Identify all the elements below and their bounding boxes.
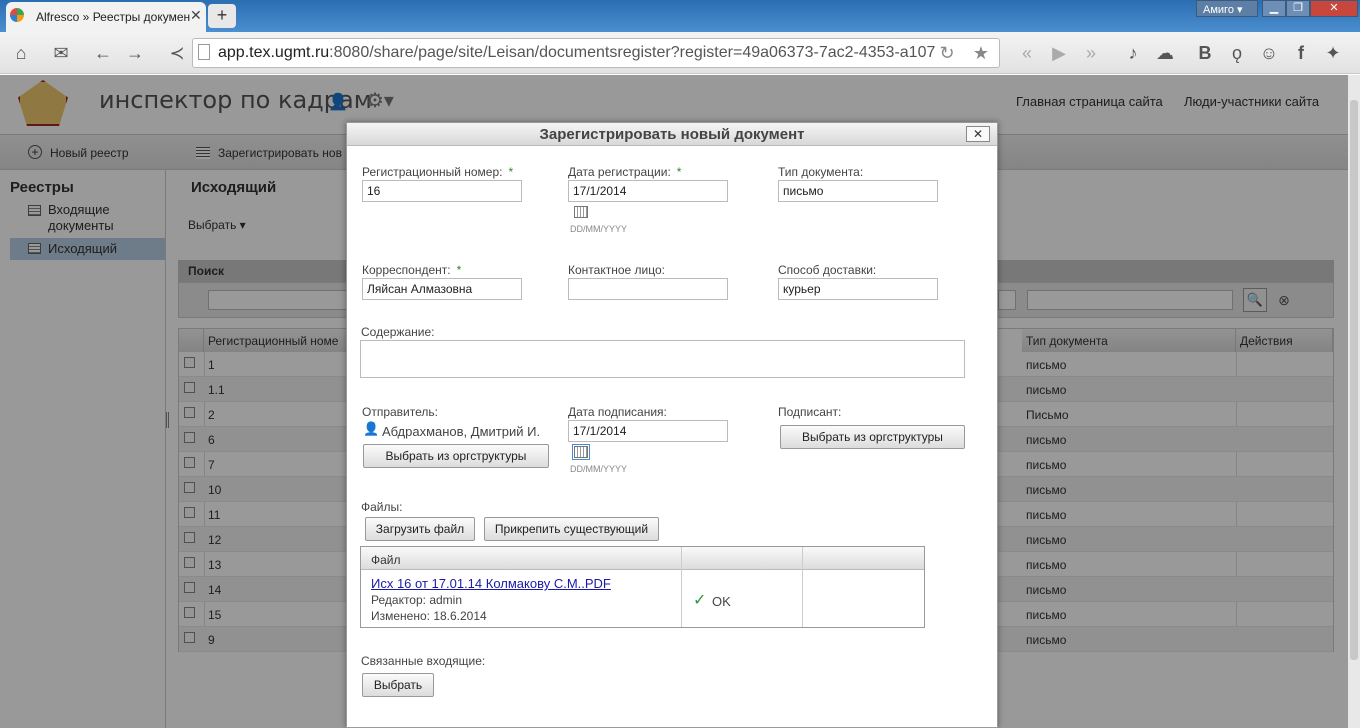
upload-file-button[interactable]: Загрузить файл: [365, 517, 475, 541]
contact-input[interactable]: [568, 278, 728, 300]
sender-select-button[interactable]: Выбрать из оргструктуры: [363, 444, 549, 468]
content-textarea[interactable]: [360, 340, 965, 378]
chat-icon[interactable]: ☁: [1150, 38, 1180, 68]
scrollbar-thumb[interactable]: [1350, 100, 1358, 660]
page-icon: [198, 44, 210, 60]
alfresco-favicon-icon: [10, 8, 24, 22]
files-label: Файлы:: [361, 500, 403, 514]
rewind-icon[interactable]: «: [1012, 38, 1042, 68]
star-icon[interactable]: ★: [966, 38, 996, 68]
dialog-title: Зарегистрировать новый документ: [347, 123, 997, 146]
fast-forward-icon[interactable]: »: [1076, 38, 1106, 68]
required-mark: *: [676, 165, 682, 179]
reg-number-input[interactable]: 16: [362, 180, 522, 202]
column-divider: [802, 547, 803, 627]
file-link[interactable]: Исх 16 от 17.01.14 Колмакову С.М..PDF: [371, 576, 611, 591]
forward-icon[interactable]: →: [120, 38, 150, 68]
sender-label: Отправитель:: [362, 405, 438, 419]
address-host: app.tex.ugmt.ru: [218, 44, 330, 61]
check-icon: ✓: [693, 592, 707, 609]
date-format-hint: DD/MM/YYYY: [570, 224, 628, 234]
sign-date-input[interactable]: 17/1/2014: [568, 420, 728, 442]
reg-date-label: Дата регистрации: *: [568, 165, 681, 179]
doc-type-label: Тип документа:: [778, 165, 864, 179]
required-mark: *: [456, 263, 462, 277]
correspondent-label: Корреспондент: *: [362, 263, 461, 277]
column-divider: [681, 547, 682, 627]
share-icon[interactable]: ≺: [162, 38, 192, 68]
related-select-button[interactable]: Выбрать: [362, 673, 434, 697]
signer-select-button[interactable]: Выбрать из оргструктуры: [780, 425, 965, 449]
user-badge-label: Амиго: [1203, 4, 1234, 16]
reg-date-input[interactable]: 17/1/2014: [568, 180, 728, 202]
content-label: Содержание:: [361, 325, 435, 339]
file-editor: Редактор: admin: [371, 593, 463, 607]
address-text: app.tex.ugmt.ru:8080/share/page/site/Lei…: [218, 44, 935, 62]
sign-date-label: Дата подписания:: [568, 405, 667, 419]
browser-user-badge[interactable]: Амиго ▾: [1196, 0, 1258, 17]
tab-close-icon[interactable]: ✕: [190, 7, 202, 24]
mail-icon[interactable]: ✉: [46, 38, 76, 68]
calendar-icon[interactable]: [574, 206, 588, 218]
file-modified: Изменено: 18.6.2014: [371, 609, 487, 623]
dialog-close-button[interactable]: ✕: [966, 126, 990, 142]
required-mark: *: [508, 165, 514, 179]
contact-label: Контактное лицо:: [568, 263, 665, 277]
play-icon[interactable]: ▶: [1044, 38, 1074, 68]
reg-number-label: Регистрационный номер: *: [362, 165, 513, 179]
calendar-icon[interactable]: [572, 444, 590, 460]
home-icon[interactable]: ⌂: [6, 38, 36, 68]
signer-label: Подписант:: [778, 405, 842, 419]
back-icon[interactable]: ←: [88, 38, 118, 68]
attach-existing-button[interactable]: Прикрепить существующий: [484, 517, 659, 541]
browser-tab[interactable]: Alfresco » Реестры докумен: [6, 2, 206, 32]
minimize-icon[interactable]: ▁: [1262, 0, 1286, 17]
new-tab-button[interactable]: +: [208, 4, 236, 28]
files-table-header: [361, 547, 924, 570]
vk-icon[interactable]: B: [1190, 38, 1220, 68]
people-icon[interactable]: ☺: [1254, 38, 1284, 68]
correspondent-label-text: Корреспондент:: [362, 263, 451, 277]
files-column-file: Файл: [371, 553, 401, 567]
reload-icon[interactable]: ↻: [932, 38, 962, 68]
reg-number-label-text: Регистрационный номер:: [362, 165, 503, 179]
window-close-icon[interactable]: ✕: [1310, 0, 1358, 17]
maximize-icon[interactable]: ❐: [1286, 0, 1310, 17]
user-icon: 👤: [363, 421, 380, 436]
twitter-icon[interactable]: ✦: [1318, 38, 1348, 68]
related-label: Связанные входящие:: [361, 654, 486, 668]
reg-date-label-text: Дата регистрации:: [568, 165, 671, 179]
correspondent-input[interactable]: Ляйсан Алмазовна: [362, 278, 522, 300]
doc-type-input[interactable]: письмо: [778, 180, 938, 202]
delivery-input[interactable]: курьер: [778, 278, 938, 300]
music-icon[interactable]: ♪: [1118, 38, 1148, 68]
facebook-icon[interactable]: f: [1286, 38, 1316, 68]
date-format-hint: DD/MM/YYYY: [570, 464, 628, 474]
tab-title: Alfresco » Реестры докумен: [36, 10, 191, 24]
odnoklassniki-icon[interactable]: ǫ: [1222, 38, 1252, 68]
delivery-label: Способ доставки:: [778, 263, 877, 277]
file-status: OK: [712, 594, 731, 609]
sender-value: Абдрахманов, Дмитрий И.: [382, 424, 541, 439]
address-path: :8080/share/page/site/Leisan/documentsre…: [329, 44, 936, 61]
